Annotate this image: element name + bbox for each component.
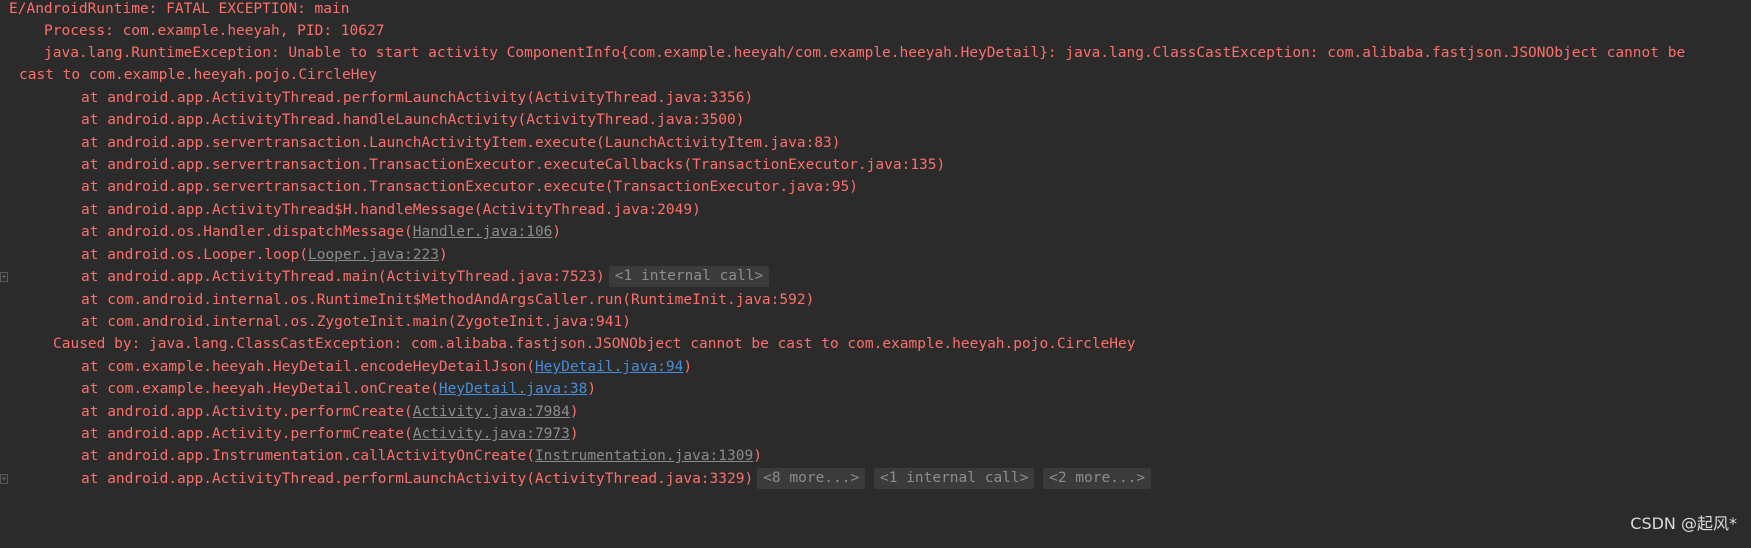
stack-frame: at android.os.Handler.dispatchMessage(Ha… <box>0 220 561 245</box>
stack-frame: at com.example.heeyah.HeyDetail.onCreate… <box>0 377 596 402</box>
frame-prefix: at android.app.Activity.performCreate( <box>81 426 413 442</box>
exception-line-continued: cast to com.example.heeyah.pojo.CircleHe… <box>19 67 377 83</box>
frame-prefix: at android.app.Instrumentation.callActiv… <box>81 448 535 464</box>
frame-suffix: ) <box>753 448 762 464</box>
source-link[interactable]: Handler.java:106 <box>413 224 553 240</box>
frame-suffix: ) <box>438 247 448 263</box>
frame-suffix: ) <box>569 404 579 420</box>
stack-frame: at android.app.servertransaction.Transac… <box>81 179 858 195</box>
source-link[interactable]: Activity.java:7973 <box>413 426 570 442</box>
csdn-watermark: CSDN @起风* <box>1630 514 1737 533</box>
source-link[interactable]: Activity.java:7984 <box>413 404 570 420</box>
project-source-link[interactable]: HeyDetail.java:38 <box>439 381 587 397</box>
frame-prefix: at com.example.heeyah.HeyDetail.encodeHe… <box>81 359 535 375</box>
stack-frame: at android.app.ActivityThread.main(Activ… <box>0 265 770 290</box>
frame-prefix: at android.app.Activity.performCreate( <box>81 404 413 420</box>
project-source-link[interactable]: HeyDetail.java:94 <box>535 359 683 375</box>
frame-suffix: ) <box>683 359 693 375</box>
frame-text: at android.app.ActivityThread.performLau… <box>81 471 754 487</box>
frame-suffix: ) <box>587 381 597 397</box>
more-frames-fold[interactable]: <8 more...> <box>757 468 866 489</box>
logcat-console: E/AndroidRuntime: FATAL EXCEPTION: main … <box>0 0 1751 548</box>
frame-prefix: at android.os.Handler.dispatchMessage( <box>81 224 413 240</box>
source-link[interactable]: Instrumentation.java:1309 <box>535 448 753 464</box>
caused-by-line: Caused by: java.lang.ClassCastException:… <box>53 336 1136 352</box>
stack-frame: at android.app.ActivityThread.handleLaun… <box>81 112 745 128</box>
internal-call-fold[interactable]: <1 internal call> <box>608 266 770 287</box>
frame-prefix: at com.example.heeyah.HeyDetail.onCreate… <box>81 381 439 397</box>
frame-text: at android.app.ActivityThread.main(Activ… <box>81 269 605 285</box>
frame-prefix: at android.os.Looper.loop( <box>81 247 308 263</box>
source-link[interactable]: Looper.java:223 <box>308 247 439 263</box>
more-frames-fold[interactable]: <2 more...> <box>1043 468 1152 489</box>
internal-call-fold[interactable]: <1 internal call> <box>873 468 1035 489</box>
frame-suffix: ) <box>552 224 562 240</box>
stack-frame: at android.app.ActivityThread.performLau… <box>0 467 1152 492</box>
frame-suffix: ) <box>569 426 579 442</box>
stack-frame: at android.app.Instrumentation.callActiv… <box>0 444 762 469</box>
